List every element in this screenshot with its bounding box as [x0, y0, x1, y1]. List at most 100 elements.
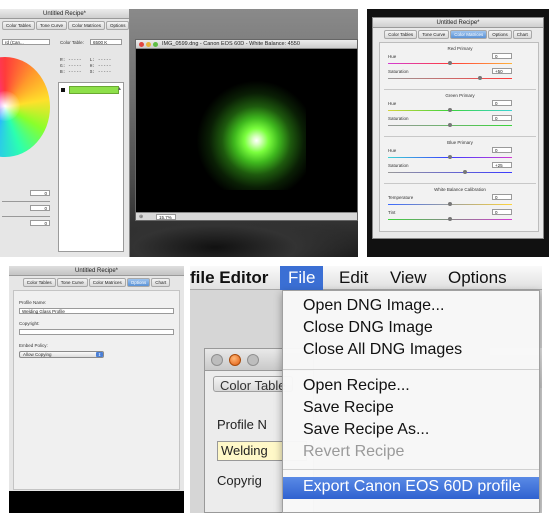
tab-color-tables[interactable]: Color Tables: [384, 30, 418, 39]
menu-item-close-all[interactable]: Close All DNG Images: [303, 341, 462, 359]
tab-chart[interactable]: Chart: [151, 278, 171, 287]
saturation-slider[interactable]: [388, 123, 512, 127]
group-heading: White Balance Calibration: [434, 187, 486, 192]
tab-bar: Color Tables Tone Curve Color Matrices O…: [373, 28, 543, 41]
file-dropdown-menu: Open DNG Image... Close DNG Image Close …: [282, 290, 540, 513]
temperature-slider[interactable]: [388, 202, 512, 206]
saturation-slider[interactable]: [388, 76, 512, 80]
close-button-icon[interactable]: [139, 42, 144, 47]
menu-item-open-recipe[interactable]: Open Recipe...: [303, 377, 410, 395]
app-menu-fragment[interactable]: file Editor: [190, 268, 268, 288]
menu-item-save-recipe-as[interactable]: Save Recipe As...: [303, 421, 429, 439]
hue-value[interactable]: 0: [492, 100, 512, 106]
saturation-label: Saturation: [388, 163, 409, 168]
group-heading: Blue Primary: [447, 140, 473, 145]
window-title: Untitled Recipe*: [0, 9, 129, 19]
group-heading: Red Primary: [447, 46, 473, 51]
hue-value[interactable]: 0: [492, 147, 512, 153]
hue-slider[interactable]: [388, 155, 512, 159]
panel-options: Untitled Recipe* Color Tables Tone Curve…: [9, 266, 184, 513]
bg-profile-label: Profile N: [217, 417, 267, 432]
tab-options[interactable]: Options: [488, 30, 512, 39]
temperature-value[interactable]: 0: [492, 194, 512, 200]
readout-block: R: ----- L: ----- G: ----- H: ----- B: -…: [60, 58, 111, 76]
welding-glow-image: [196, 80, 306, 190]
saturation-slider[interactable]: [388, 170, 512, 174]
menu-file[interactable]: File: [280, 266, 324, 290]
menu-item-open-dng[interactable]: Open DNG Image...: [303, 297, 444, 315]
tab-chart[interactable]: Chart: [512, 30, 532, 39]
color-table-select[interactable]: 6500 K: [90, 39, 122, 45]
image-window-titlebar: IMG_0599.dng - Canon EOS 60D - White Bal…: [136, 40, 357, 49]
saturation-value[interactable]: +50: [492, 68, 512, 74]
tab-color-tables[interactable]: Color Tables: [22, 278, 56, 287]
group-blue-primary: Blue Primary Hue 0 Saturation +25: [380, 137, 540, 183]
value-field-2[interactable]: 0: [30, 205, 50, 211]
menu-view[interactable]: View: [390, 268, 427, 288]
image-window: IMG_0599.dng - Canon EOS 60D - White Bal…: [135, 39, 358, 221]
tab-options[interactable]: Options: [105, 21, 130, 30]
matrices-window: Untitled Recipe* Color Tables Tone Curve…: [372, 17, 544, 239]
value-field-1[interactable]: 0: [30, 190, 50, 196]
tab-tone-curve[interactable]: Tone Curve: [35, 21, 67, 30]
color-table-label: Color Table:: [60, 40, 84, 45]
slider-track-1[interactable]: [2, 201, 50, 202]
hue-label: Hue: [388, 54, 397, 59]
green-swatch: [69, 86, 119, 94]
window-title: Untitled Recipe*: [373, 18, 543, 28]
embed-policy-label: Embed Policy:: [19, 343, 48, 348]
menu-item-save-recipe[interactable]: Save Recipe: [303, 399, 394, 417]
swatch-row-selected[interactable]: [61, 86, 121, 94]
window-title: Untitled Recipe*: [9, 266, 184, 276]
saturation-value[interactable]: 0: [492, 115, 512, 121]
profile-name-field[interactable]: Welding Glass Profile: [19, 308, 174, 314]
tint-value[interactable]: 0: [492, 209, 512, 215]
hue-slider[interactable]: [388, 61, 512, 65]
minimize-button-icon[interactable]: [146, 42, 151, 47]
embed-policy-select[interactable]: Allow Copying ⇕: [19, 351, 104, 358]
tab-color-matrices[interactable]: Color Matrices: [88, 278, 126, 287]
minimize-button-icon[interactable]: [229, 354, 241, 366]
close-button-icon[interactable]: [211, 354, 223, 366]
tab-bar: Color Tables Tone Curve Color Matrices O…: [0, 19, 130, 32]
bg-tab[interactable]: Color Table: [213, 376, 293, 393]
matrices-content: Red Primary Hue 0 Saturation +50 Green P…: [379, 42, 539, 232]
menu-options[interactable]: Options: [448, 268, 507, 288]
menu-item-export-profile[interactable]: Export Canon EOS 60D profile: [283, 477, 539, 499]
zoom-icon[interactable]: ⊕: [139, 214, 143, 220]
scroll-arrow-icon[interactable]: ▲: [117, 86, 122, 92]
tab-tone-curve[interactable]: Tone Curve: [56, 278, 88, 287]
bg-profile-value: Welding: [221, 443, 268, 458]
export-profile-label: Export Canon EOS 60D profile: [303, 478, 521, 495]
tab-color-matrices[interactable]: Color Matrices: [450, 30, 488, 39]
tab-color-tables[interactable]: Color Tables: [2, 21, 35, 30]
group-white-balance: White Balance Calibration Temperature 0 …: [380, 184, 540, 232]
embed-policy-value: Allow Copying: [23, 352, 52, 357]
hue-slider[interactable]: [388, 108, 512, 112]
copyright-field[interactable]: [19, 329, 174, 335]
tab-options[interactable]: Options: [126, 278, 151, 287]
group-red-primary: Red Primary Hue 0 Saturation +50: [380, 43, 540, 89]
menu-separator: [283, 369, 539, 370]
zoom-button-icon[interactable]: [153, 42, 158, 47]
menu-item-close-dng[interactable]: Close DNG Image: [303, 319, 433, 337]
slider-track-2[interactable]: [2, 216, 50, 217]
saturation-value[interactable]: +25: [492, 162, 512, 168]
panel-file-menu: file Editor File Edit View Options Color…: [190, 266, 542, 513]
zoom-button-icon[interactable]: [247, 354, 259, 366]
camera-dropdown[interactable]: rd (Can...: [2, 39, 50, 45]
tab-bar: Color Tables Tone Curve Color Matrices O…: [9, 276, 184, 289]
swatch-list[interactable]: ▲: [58, 82, 124, 252]
zoom-field[interactable]: 15.7%: [156, 214, 176, 220]
tab-color-matrices[interactable]: Color Matrices: [67, 21, 105, 30]
menu-edit[interactable]: Edit: [339, 268, 368, 288]
zoom-bar: ⊕ 15.7%: [136, 212, 357, 220]
tint-slider[interactable]: [388, 217, 512, 221]
menu-item-revert-recipe: Revert Recipe: [303, 443, 405, 460]
tab-tone-curve[interactable]: Tone Curve: [418, 30, 450, 39]
menu-separator: [283, 469, 539, 470]
value-field-3[interactable]: 0: [30, 220, 50, 226]
image-window-title: IMG_0599.dng - Canon EOS 60D - White Bal…: [162, 41, 300, 47]
hue-value[interactable]: 0: [492, 53, 512, 59]
profile-name-label: Profile Name:: [19, 300, 47, 305]
